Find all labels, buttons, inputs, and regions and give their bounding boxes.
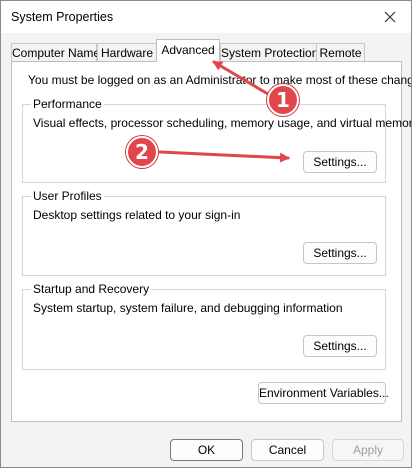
cancel-button[interactable]: Cancel	[251, 439, 324, 461]
user-profiles-group: User Profiles Desktop settings related t…	[22, 189, 386, 276]
startup-recovery-settings-button[interactable]: Settings...	[303, 335, 377, 357]
window-title: System Properties	[11, 10, 114, 24]
step-badge-1: 1	[267, 84, 299, 116]
performance-title: Performance	[31, 97, 104, 111]
advanced-tab-panel: You must be logged on as an Administrato…	[11, 61, 411, 422]
apply-button[interactable]: Apply	[332, 439, 404, 461]
performance-description: Visual effects, processor scheduling, me…	[33, 116, 412, 130]
system-properties-window: System Properties Computer Name Hardware…	[0, 0, 412, 468]
title-bar: System Properties	[1, 1, 411, 33]
startup-recovery-description: System startup, system failure, and debu…	[33, 301, 343, 315]
tab-hardware[interactable]: Hardware	[97, 43, 157, 62]
dialog-footer: OK Cancel Apply	[1, 425, 411, 467]
user-profiles-settings-button[interactable]: Settings...	[303, 242, 377, 264]
performance-group: Performance Visual effects, processor sc…	[22, 97, 411, 183]
tab-computer-name[interactable]: Computer Name	[11, 43, 100, 62]
close-button[interactable]	[377, 5, 403, 29]
tab-remote[interactable]: Remote	[316, 43, 365, 62]
user-profiles-description: Desktop settings related to your sign-in	[33, 208, 241, 222]
step-badge-2: 2	[126, 136, 158, 168]
admin-note: You must be logged on as an Administrato…	[28, 73, 412, 87]
startup-recovery-group: Startup and Recovery System startup, sys…	[22, 282, 386, 370]
environment-variables-button[interactable]: Environment Variables...	[258, 382, 389, 404]
ok-button[interactable]: OK	[170, 439, 243, 461]
user-profiles-title: User Profiles	[31, 189, 104, 203]
tab-system-protection[interactable]: System Protection	[220, 43, 318, 62]
tab-advanced[interactable]: Advanced	[156, 39, 220, 62]
close-icon	[384, 11, 396, 23]
startup-recovery-title: Startup and Recovery	[31, 282, 152, 296]
performance-settings-button[interactable]: Settings...	[303, 151, 377, 173]
